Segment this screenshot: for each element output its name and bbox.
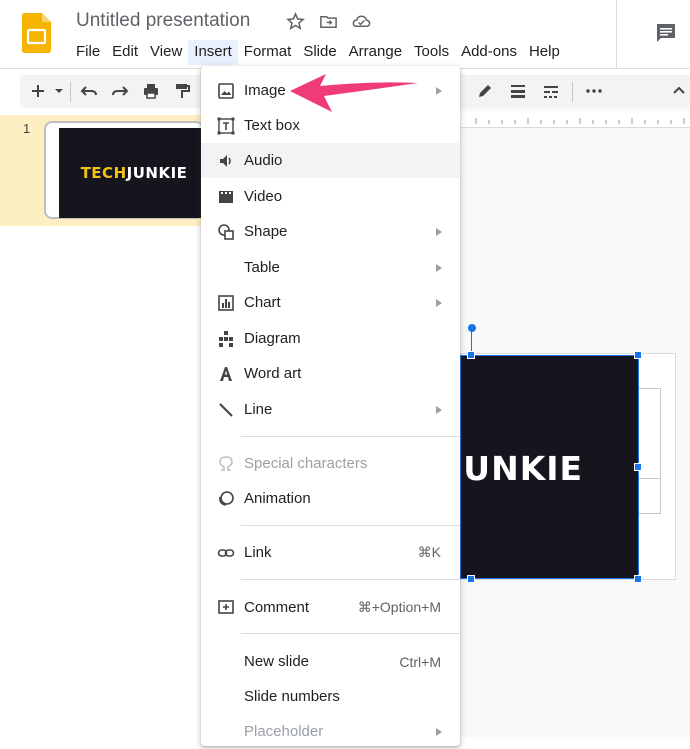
menu-bar: File Edit View Insert Format Slide Arran… — [70, 40, 566, 65]
menu-item-word-art[interactable]: Word art — [201, 356, 460, 391]
menu-item-special-characters[interactable]: Special characters — [201, 446, 460, 481]
menu-item-slide-numbers[interactable]: Slide numbers — [201, 679, 460, 714]
menu-view[interactable]: View — [144, 40, 188, 65]
menu-arrange[interactable]: Arrange — [343, 40, 408, 65]
line-icon — [216, 400, 235, 419]
insert-menu: Image Text box Audio Video Shape Table C… — [201, 66, 460, 746]
placeholder-box[interactable] — [638, 388, 661, 514]
menu-separator — [241, 436, 460, 437]
resize-handle-top-right[interactable] — [634, 351, 642, 359]
star-icon[interactable] — [286, 12, 305, 31]
submenu-arrow-icon — [436, 227, 442, 236]
thumb-logo-text-white: JUNKIE — [126, 164, 188, 182]
menu-slide[interactable]: Slide — [297, 40, 342, 65]
chart-icon — [216, 293, 235, 312]
border-weight-icon[interactable] — [509, 82, 527, 100]
annotation-arrow-icon — [290, 74, 418, 112]
menu-edit[interactable]: Edit — [106, 40, 144, 65]
resize-handle-right[interactable] — [634, 463, 642, 471]
diagram-icon — [216, 329, 235, 348]
menu-item-new-slide[interactable]: New slide Ctrl+M — [201, 644, 460, 679]
shortcut-new-slide: Ctrl+M — [399, 653, 441, 670]
resize-handle-bottom-left[interactable] — [467, 575, 475, 583]
menu-item-placeholder[interactable]: Placeholder — [201, 714, 460, 749]
menu-format[interactable]: Format — [238, 40, 298, 65]
selection-border — [460, 355, 639, 579]
comments-icon[interactable] — [655, 22, 677, 44]
menu-add-ons[interactable]: Add-ons — [455, 40, 523, 65]
menu-item-video[interactable]: Video — [201, 179, 460, 214]
image-icon — [216, 81, 235, 100]
menu-separator — [241, 579, 460, 580]
menu-item-audio[interactable]: Audio — [201, 143, 460, 178]
text-box-icon — [216, 116, 235, 135]
redo-icon[interactable] — [111, 82, 129, 100]
menu-item-chart[interactable]: Chart — [201, 285, 460, 320]
thumb-logo-text-yellow: TECH — [80, 164, 127, 182]
video-icon — [216, 187, 235, 206]
slides-logo[interactable] — [22, 13, 51, 53]
submenu-arrow-icon — [436, 263, 442, 272]
word-art-icon — [216, 364, 235, 383]
shortcut-comment: ⌘+Option+M — [357, 599, 441, 615]
menu-insert[interactable]: Insert — [188, 40, 238, 65]
resize-handle-top-left[interactable] — [467, 351, 475, 359]
link-icon — [216, 543, 235, 562]
special-characters-icon — [216, 454, 235, 473]
menu-item-diagram[interactable]: Diagram — [201, 321, 460, 356]
menu-item-animation[interactable]: Animation — [201, 481, 460, 516]
menu-help[interactable]: Help — [523, 40, 566, 65]
menu-file[interactable]: File — [70, 40, 106, 65]
paint-format-icon[interactable] — [173, 82, 191, 100]
undo-icon[interactable] — [80, 82, 98, 100]
new-slide-icon[interactable] — [29, 82, 47, 100]
print-icon[interactable] — [142, 82, 160, 100]
submenu-arrow-icon — [436, 405, 442, 414]
thumbnail-image: TECH JUNKIE — [59, 128, 209, 218]
document-title[interactable]: Untitled presentation — [76, 10, 250, 32]
cloud-status-icon[interactable] — [352, 12, 371, 31]
ruler — [460, 112, 690, 128]
new-slide-dropdown-icon[interactable] — [54, 82, 64, 100]
rotation-handle[interactable] — [468, 324, 476, 332]
submenu-arrow-icon — [436, 727, 442, 736]
placeholder-divider — [638, 478, 661, 479]
border-color-icon[interactable] — [476, 82, 494, 100]
border-dash-icon[interactable] — [542, 82, 560, 100]
move-to-folder-icon[interactable] — [319, 12, 338, 31]
header-divider — [616, 0, 617, 68]
menu-item-line[interactable]: Line — [201, 392, 460, 427]
menu-item-table[interactable]: Table — [201, 250, 460, 285]
animation-icon — [216, 489, 235, 508]
resize-handle-bottom-right[interactable] — [634, 575, 642, 583]
slide-thumbnail[interactable]: TECH JUNKIE — [44, 121, 209, 219]
comment-icon — [216, 598, 235, 617]
menu-separator — [241, 633, 460, 634]
submenu-arrow-icon — [436, 86, 442, 95]
submenu-arrow-icon — [436, 298, 442, 307]
shape-icon — [216, 222, 235, 241]
more-options-icon[interactable] — [585, 82, 603, 100]
slide-number: 1 — [23, 121, 31, 136]
audio-icon — [216, 151, 235, 170]
menu-item-comment[interactable]: Comment ⌘+Option+M — [201, 590, 460, 625]
menu-item-link[interactable]: Link ⌘K — [201, 535, 460, 570]
shortcut-link: ⌘K — [417, 544, 441, 560]
collapse-toolbar-icon[interactable] — [670, 82, 688, 100]
menu-separator — [241, 525, 460, 526]
menu-tools[interactable]: Tools — [408, 40, 455, 65]
menu-item-shape[interactable]: Shape — [201, 214, 460, 249]
